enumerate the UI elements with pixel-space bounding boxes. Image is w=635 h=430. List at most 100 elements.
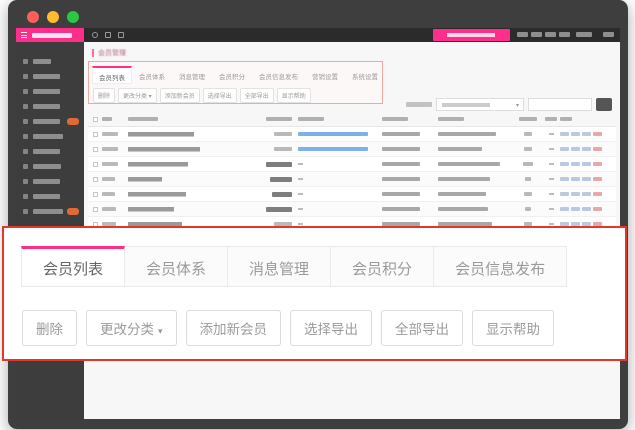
mini-tab-member-points[interactable]: 会员积分 [212,66,252,84]
filter-select[interactable]: ▾ [436,98,524,111]
member-name-link[interactable] [128,207,174,212]
sidebar-item[interactable] [16,86,84,99]
topbar-menu-item[interactable] [559,32,570,37]
table-row[interactable] [88,142,616,157]
member-name-link[interactable] [128,147,200,152]
sidebar-item[interactable] [16,191,84,204]
sidebar-item[interactable] [16,176,84,189]
zoom-window-button[interactable] [67,11,79,23]
mini-show-help-button[interactable]: 显示帮助 [277,88,311,103]
mini-tab-member-list[interactable]: 会员列表 [92,66,132,84]
topbar-menu-item[interactable] [603,32,614,37]
action-link[interactable] [560,192,569,196]
member-name-link[interactable] [128,177,162,182]
sidebar-item[interactable] [16,161,84,174]
export-selected-button[interactable]: 选择导出 [290,310,372,346]
action-link[interactable] [582,177,591,181]
mini-add-member-button[interactable]: 添加新会员 [160,88,200,103]
delete-link[interactable] [593,192,602,196]
action-link[interactable] [571,132,580,136]
member-name-link[interactable] [128,192,186,197]
row-checkbox[interactable] [93,192,98,197]
cell-placeholder [438,192,486,196]
action-link[interactable] [582,162,591,166]
action-link[interactable] [582,192,591,196]
change-category-button[interactable]: 更改分类▾ [86,310,177,346]
close-window-button[interactable] [27,11,39,23]
mini-delete-button[interactable]: 删除 [93,88,115,103]
topbar-menu-item[interactable] [576,32,592,37]
cell-placeholder [382,177,420,181]
topbar-menu-item[interactable] [517,32,528,37]
topbar-menu-item[interactable] [545,32,556,37]
delete-link[interactable] [593,162,602,166]
mini-export-all-button[interactable]: 全部导出 [240,88,274,103]
table-row[interactable] [88,202,616,217]
action-link[interactable] [560,162,569,166]
action-link[interactable] [571,162,580,166]
action-link[interactable] [582,147,591,151]
delete-button[interactable]: 删除 [22,310,77,346]
refresh-icon[interactable] [92,32,98,38]
tab-member-list[interactable]: 会员列表 [21,246,125,287]
sidebar-item-active[interactable] [16,116,84,129]
sidebar-item[interactable] [16,146,84,159]
table-row[interactable] [88,127,616,142]
table-row[interactable] [88,172,616,187]
row-checkbox[interactable] [93,147,98,152]
delete-link[interactable] [593,132,602,136]
tab-member-info-publish[interactable]: 会员信息发布 [433,246,567,287]
delete-link[interactable] [593,207,602,211]
sidebar-item[interactable] [16,101,84,114]
action-link[interactable] [560,207,569,211]
row-checkbox[interactable] [93,207,98,212]
minimize-window-button[interactable] [47,11,59,23]
show-help-button[interactable]: 显示帮助 [472,310,554,346]
email-link[interactable] [298,147,368,151]
table-row[interactable] [88,187,616,202]
row-checkbox[interactable] [93,177,98,182]
select-all-checkbox[interactable] [93,117,98,122]
search-button[interactable] [596,98,612,111]
mini-change-category-button[interactable]: 更改分类 ▾ [118,88,157,103]
topbar-primary-button[interactable] [433,29,510,41]
add-member-button[interactable]: 添加新会员 [186,310,282,346]
action-link[interactable] [582,132,591,136]
table-row[interactable] [88,157,616,172]
action-link[interactable] [571,177,580,181]
sidebar-item[interactable] [16,206,84,219]
email-link[interactable] [298,132,368,136]
sidebar-item[interactable] [16,131,84,144]
action-link[interactable] [571,147,580,151]
member-name-link[interactable] [128,162,188,167]
sidebar-icon [23,104,28,109]
member-name-link[interactable] [128,132,194,137]
delete-link[interactable] [593,147,602,151]
row-checkbox[interactable] [93,162,98,167]
topbar-menu-item[interactable] [531,32,542,37]
action-link[interactable] [560,147,569,151]
delete-link[interactable] [593,177,602,181]
action-link[interactable] [560,177,569,181]
app-logo[interactable] [16,28,84,42]
mini-tab-message-management[interactable]: 消息管理 [172,66,212,84]
tab-member-points[interactable]: 会员积分 [330,246,434,287]
mini-tab-system-settings[interactable]: 系统设置 [345,66,385,84]
action-link[interactable] [560,132,569,136]
flag-icon[interactable] [118,32,124,38]
menu-dots-icon[interactable] [105,32,111,38]
export-all-button[interactable]: 全部导出 [381,310,463,346]
tab-message-management[interactable]: 消息管理 [227,246,331,287]
mini-tab-marketing-settings[interactable]: 营销设置 [305,66,345,84]
sidebar-item[interactable] [16,71,84,84]
action-link[interactable] [582,207,591,211]
mini-tab-member-system[interactable]: 会员体系 [132,66,172,84]
sidebar-item[interactable] [16,56,84,69]
action-link[interactable] [571,192,580,196]
mini-tab-member-info-publish[interactable]: 会员信息发布 [252,66,305,84]
row-checkbox[interactable] [93,132,98,137]
mini-export-selected-button[interactable]: 选择导出 [203,88,237,103]
action-link[interactable] [571,207,580,211]
search-input[interactable] [528,98,592,111]
tab-member-system[interactable]: 会员体系 [124,246,228,287]
